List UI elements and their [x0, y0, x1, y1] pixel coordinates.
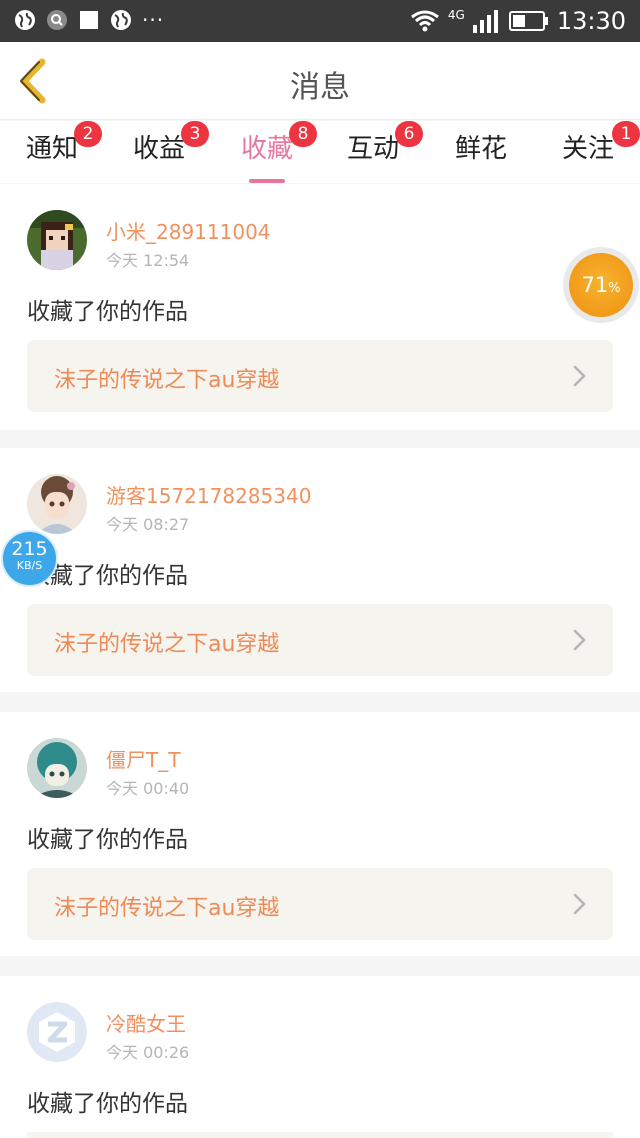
tab-favorites[interactable]: 收藏 8	[227, 121, 317, 183]
speed-unit: KB/S	[16, 559, 43, 572]
battery-icon	[508, 11, 548, 31]
avatar[interactable]	[27, 738, 87, 798]
tab-earnings[interactable]: 收益 3	[119, 121, 209, 179]
list-item: 游客1572178285340 今天 08:27 收藏了你的作品 沫子的传说之下…	[0, 448, 640, 692]
list-item: 冷酷女王 今天 00:26 收藏了你的作品	[0, 976, 640, 1138]
work-title: 沫子的传说之下au穿越	[54, 896, 280, 921]
list-item: 僵尸T_T 今天 00:40 收藏了你的作品 沫子的传说之下au穿越	[0, 712, 640, 956]
speed-value: 215	[11, 538, 48, 560]
work-link[interactable]: 沫子的传说之下au穿越	[27, 604, 613, 676]
list-item: 小米_289111004 今天 12:54 收藏了你的作品 沫子的传说之下au穿…	[0, 184, 640, 430]
avatar[interactable]	[27, 210, 87, 270]
username[interactable]: 小米_289111004	[106, 216, 271, 245]
memory-boost-widget[interactable]: 71%	[563, 247, 639, 323]
tab-interactions[interactable]: 互动 6	[333, 121, 423, 179]
page-title: 消息	[290, 70, 350, 105]
tab-notifications[interactable]: 通知 2	[12, 121, 102, 179]
default-avatar-icon[interactable]	[27, 1002, 87, 1062]
tab-label: 鲜花	[454, 134, 507, 164]
avatar[interactable]	[27, 474, 87, 534]
percent-value: 71	[581, 273, 609, 297]
chevron-right-icon	[573, 629, 586, 651]
chevron-right-icon	[573, 893, 586, 915]
clock: 13:30	[556, 7, 626, 35]
count-badge: 3	[181, 121, 209, 147]
action-text: 收藏了你的作品	[27, 299, 188, 325]
header: 消息	[0, 42, 640, 120]
work-link[interactable]: 沫子的传说之下au穿越	[27, 340, 613, 412]
count-badge: 6	[395, 121, 423, 147]
percent-sign: %	[608, 281, 621, 296]
action-text: 收藏了你的作品	[27, 1091, 188, 1117]
search-icon	[47, 10, 67, 30]
network-speed-widget[interactable]: 215 KB/S	[1, 530, 58, 587]
tab-following[interactable]: 关注 1	[548, 121, 640, 179]
tab-bar: 通知 2 收益 3 收藏 8 互动 6 鲜花 关注 1	[0, 121, 640, 183]
timestamp: 今天 00:40	[106, 779, 190, 798]
signal-icon	[472, 10, 498, 33]
timestamp: 今天 08:27	[106, 515, 190, 534]
status-right-icons: 4G 13:30	[410, 6, 626, 36]
username[interactable]: 僵尸T_T	[106, 744, 180, 773]
progress-bubble: 71%	[569, 253, 633, 317]
tab-flowers[interactable]: 鲜花	[441, 129, 521, 179]
username[interactable]: 冷酷女王	[106, 1008, 186, 1037]
status-left-icons: ···	[14, 9, 164, 31]
work-link[interactable]: 沫子的传说之下au穿越	[27, 868, 613, 940]
timestamp: 今天 00:26	[106, 1043, 190, 1062]
square-icon	[80, 11, 98, 29]
count-badge: 1	[612, 121, 640, 147]
wifi-icon	[410, 10, 439, 32]
globe-icon	[15, 10, 35, 30]
action-text: 收藏了你的作品	[27, 827, 188, 853]
count-badge: 8	[289, 121, 317, 147]
username[interactable]: 游客1572178285340	[106, 480, 311, 509]
network-type-label: 4G	[447, 8, 465, 22]
work-title: 沫子的传说之下au穿越	[54, 368, 280, 393]
count-badge: 2	[74, 121, 102, 147]
active-tab-indicator	[249, 179, 285, 183]
more-notifications-icon: ···	[142, 8, 165, 32]
status-bar: ··· 4G 13:30	[0, 0, 640, 42]
work-title: 沫子的传说之下au穿越	[54, 632, 280, 657]
chevron-right-icon	[573, 365, 586, 387]
timestamp: 今天 12:54	[106, 251, 190, 270]
globe-icon	[111, 10, 131, 30]
work-link[interactable]	[27, 1132, 613, 1138]
